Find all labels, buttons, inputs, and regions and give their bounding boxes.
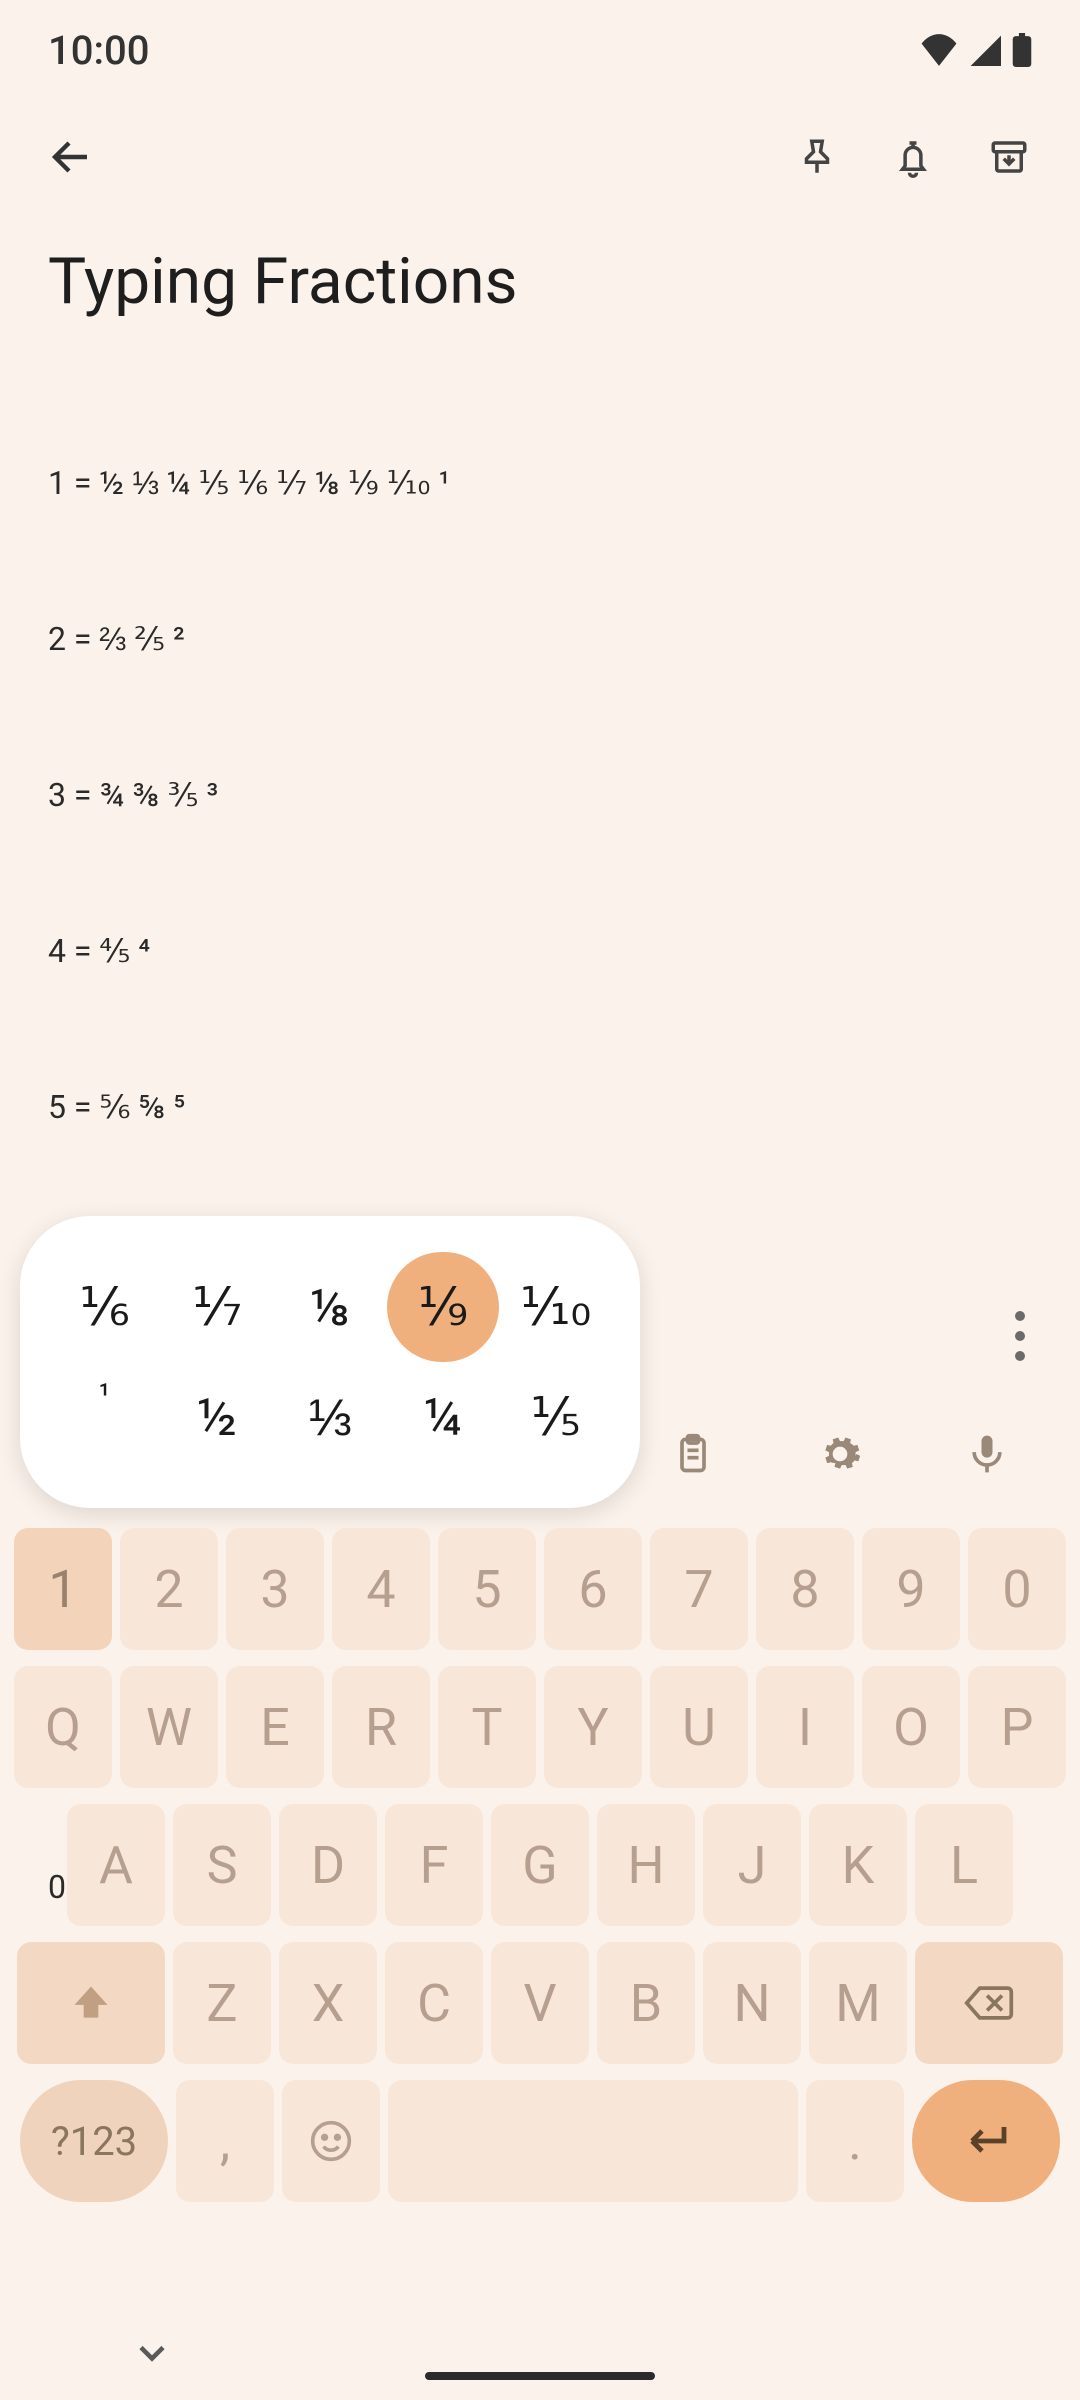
status-time: 10:00 bbox=[48, 27, 149, 74]
popup-row-top: ⅙ ⅐ ⅛ ⅑ ⅒ bbox=[48, 1252, 612, 1362]
more-vertical-icon bbox=[1015, 1311, 1025, 1361]
hide-keyboard-button[interactable] bbox=[130, 2331, 174, 2379]
key-x[interactable]: X bbox=[279, 1942, 377, 2064]
key-backspace[interactable] bbox=[915, 1942, 1063, 2064]
popup-option[interactable]: ⅛ bbox=[274, 1252, 386, 1362]
popup-option[interactable]: ½ bbox=[161, 1362, 273, 1472]
key-comma[interactable]: , bbox=[176, 2080, 274, 2202]
key-n[interactable]: N bbox=[703, 1942, 801, 2064]
key-8[interactable]: 8 bbox=[756, 1528, 854, 1650]
note-line: 3 = ¾ ⅜ ⅗ ³ bbox=[48, 769, 1032, 821]
wifi-icon bbox=[920, 34, 958, 66]
cell-signal-icon bbox=[968, 34, 1002, 66]
keyboard-row-3: Z X C V B N M bbox=[10, 1942, 1070, 2064]
key-m[interactable]: M bbox=[809, 1942, 907, 2064]
key-d[interactable]: D bbox=[279, 1804, 377, 1926]
key-y[interactable]: Y bbox=[544, 1666, 642, 1788]
key-period[interactable]: . bbox=[806, 2080, 904, 2202]
keyboard: 1 2 3 4 5 6 7 8 9 0 Q W E R T Y U I O P … bbox=[0, 1522, 1080, 2258]
key-b[interactable]: B bbox=[597, 1942, 695, 2064]
key-i[interactable]: I bbox=[756, 1666, 854, 1788]
key-6[interactable]: 6 bbox=[544, 1528, 642, 1650]
popup-row-bottom: ¹ ½ ⅓ ¼ ⅕ bbox=[48, 1362, 612, 1472]
note-title[interactable]: Typing Fractions bbox=[48, 244, 1032, 319]
key-a[interactable]: A bbox=[67, 1804, 165, 1926]
key-q[interactable]: Q bbox=[14, 1666, 112, 1788]
key-o[interactable]: O bbox=[862, 1666, 960, 1788]
key-symbols[interactable]: ?123 bbox=[20, 2080, 168, 2202]
pin-button[interactable] bbox=[780, 120, 854, 194]
key-s[interactable]: S bbox=[173, 1804, 271, 1926]
key-u[interactable]: U bbox=[650, 1666, 748, 1788]
key-emoji[interactable] bbox=[282, 2080, 380, 2202]
key-0[interactable]: 0 bbox=[968, 1528, 1066, 1650]
key-l[interactable]: L bbox=[915, 1804, 1013, 1926]
key-e[interactable]: E bbox=[226, 1666, 324, 1788]
keyboard-more-button[interactable] bbox=[990, 1296, 1050, 1376]
note-line: 2 = ⅔ ⅖ ² bbox=[48, 613, 1032, 665]
keyboard-toolbar bbox=[600, 1404, 1080, 1504]
key-2[interactable]: 2 bbox=[120, 1528, 218, 1650]
back-button[interactable] bbox=[34, 120, 108, 194]
popup-option[interactable]: ⅕ bbox=[500, 1362, 612, 1472]
reminder-button[interactable] bbox=[876, 120, 950, 194]
battery-icon bbox=[1012, 33, 1032, 67]
keyboard-row-numbers: 1 2 3 4 5 6 7 8 9 0 bbox=[10, 1528, 1070, 1650]
key-9[interactable]: 9 bbox=[862, 1528, 960, 1650]
popup-option[interactable]: ¹ bbox=[48, 1362, 160, 1472]
app-toolbar bbox=[0, 90, 1080, 224]
key-7[interactable]: 7 bbox=[650, 1528, 748, 1650]
key-z[interactable]: Z bbox=[173, 1942, 271, 2064]
key-v[interactable]: V bbox=[491, 1942, 589, 2064]
key-1[interactable]: 1 bbox=[14, 1528, 112, 1650]
clipboard-button[interactable] bbox=[657, 1418, 729, 1490]
popup-option[interactable]: ⅐ bbox=[161, 1252, 273, 1362]
popup-option[interactable]: ¼ bbox=[387, 1362, 499, 1472]
popup-option[interactable]: ⅙ bbox=[48, 1252, 160, 1362]
key-5[interactable]: 5 bbox=[438, 1528, 536, 1650]
longpress-popup: ⅙ ⅐ ⅛ ⅑ ⅒ ¹ ½ ⅓ ¼ ⅕ bbox=[20, 1216, 640, 1508]
key-r[interactable]: R bbox=[332, 1666, 430, 1788]
note-line: 1 = ½ ⅓ ¼ ⅕ ⅙ ⅐ ⅛ ⅑ ⅒ ¹ bbox=[48, 457, 1032, 509]
popup-option[interactable]: ⅒ bbox=[500, 1252, 612, 1362]
note-line: 4 = ⅘ ⁴ bbox=[48, 925, 1032, 977]
key-f[interactable]: F bbox=[385, 1804, 483, 1926]
key-k[interactable]: K bbox=[809, 1804, 907, 1926]
key-c[interactable]: C bbox=[385, 1942, 483, 2064]
key-t[interactable]: T bbox=[438, 1666, 536, 1788]
key-w[interactable]: W bbox=[120, 1666, 218, 1788]
enter-icon bbox=[962, 2121, 1010, 2161]
archive-button[interactable] bbox=[972, 120, 1046, 194]
keyboard-row-4: ?123 , . bbox=[10, 2080, 1070, 2202]
settings-button[interactable] bbox=[804, 1418, 876, 1490]
key-p[interactable]: P bbox=[968, 1666, 1066, 1788]
nav-bar bbox=[0, 2310, 1080, 2400]
emoji-icon bbox=[309, 2119, 353, 2163]
keyboard-row-2: A S D F G H J K L bbox=[10, 1804, 1070, 1926]
key-space[interactable] bbox=[388, 2080, 798, 2202]
popup-option[interactable]: ⅓ bbox=[274, 1362, 386, 1472]
key-3[interactable]: 3 bbox=[226, 1528, 324, 1650]
chevron-down-icon bbox=[130, 2331, 174, 2375]
key-j[interactable]: J bbox=[703, 1804, 801, 1926]
key-h[interactable]: H bbox=[597, 1804, 695, 1926]
status-bar: 10:00 bbox=[0, 0, 1080, 90]
voice-input-button[interactable] bbox=[951, 1418, 1023, 1490]
keyboard-row-1: Q W E R T Y U I O P bbox=[10, 1666, 1070, 1788]
note-line: 5 = ⅚ ⅝ ⁵ bbox=[48, 1081, 1032, 1133]
key-enter[interactable] bbox=[912, 2080, 1060, 2202]
key-g[interactable]: G bbox=[491, 1804, 589, 1926]
shift-icon bbox=[69, 1981, 113, 2025]
backspace-icon bbox=[963, 1983, 1015, 2023]
key-4[interactable]: 4 bbox=[332, 1528, 430, 1650]
nav-handle[interactable] bbox=[425, 2372, 655, 2380]
status-icons bbox=[920, 33, 1032, 67]
key-shift[interactable] bbox=[17, 1942, 165, 2064]
popup-option-selected[interactable]: ⅑ bbox=[387, 1252, 499, 1362]
